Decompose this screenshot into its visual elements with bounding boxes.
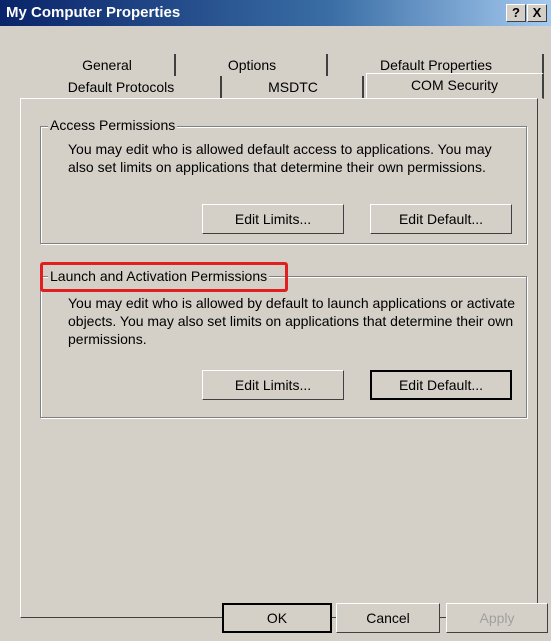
highlight-box	[40, 262, 288, 292]
title-bar[interactable]: My Computer Properties ? X	[0, 0, 551, 26]
launch-edit-default-button[interactable]: Edit Default...	[370, 370, 512, 400]
launch-permissions-description: You may edit who is allowed by default t…	[68, 295, 515, 347]
tab-general[interactable]: General	[40, 54, 176, 76]
access-edit-default-button[interactable]: Edit Default...	[370, 204, 512, 234]
tab-com-security[interactable]: COM Security	[366, 73, 544, 99]
window-title: My Computer Properties	[6, 4, 181, 21]
launch-edit-limits-button[interactable]: Edit Limits...	[202, 370, 344, 400]
ok-button[interactable]: OK	[222, 603, 332, 633]
apply-button[interactable]: Apply	[446, 603, 548, 633]
access-edit-limits-button[interactable]: Edit Limits...	[202, 204, 344, 234]
properties-dialog: My Computer Properties ? X General Optio…	[0, 0, 551, 641]
close-button[interactable]: X	[527, 4, 547, 22]
help-button[interactable]: ?	[506, 4, 526, 22]
tab-default-protocols[interactable]: Default Protocols	[22, 76, 222, 98]
access-permissions-title: Access Permissions	[48, 117, 178, 133]
cancel-button[interactable]: Cancel	[336, 603, 440, 633]
tab-msdtc[interactable]: MSDTC	[224, 76, 364, 98]
tab-options[interactable]: Options	[178, 54, 328, 76]
access-permissions-description: You may edit who is allowed default acce…	[68, 141, 492, 175]
